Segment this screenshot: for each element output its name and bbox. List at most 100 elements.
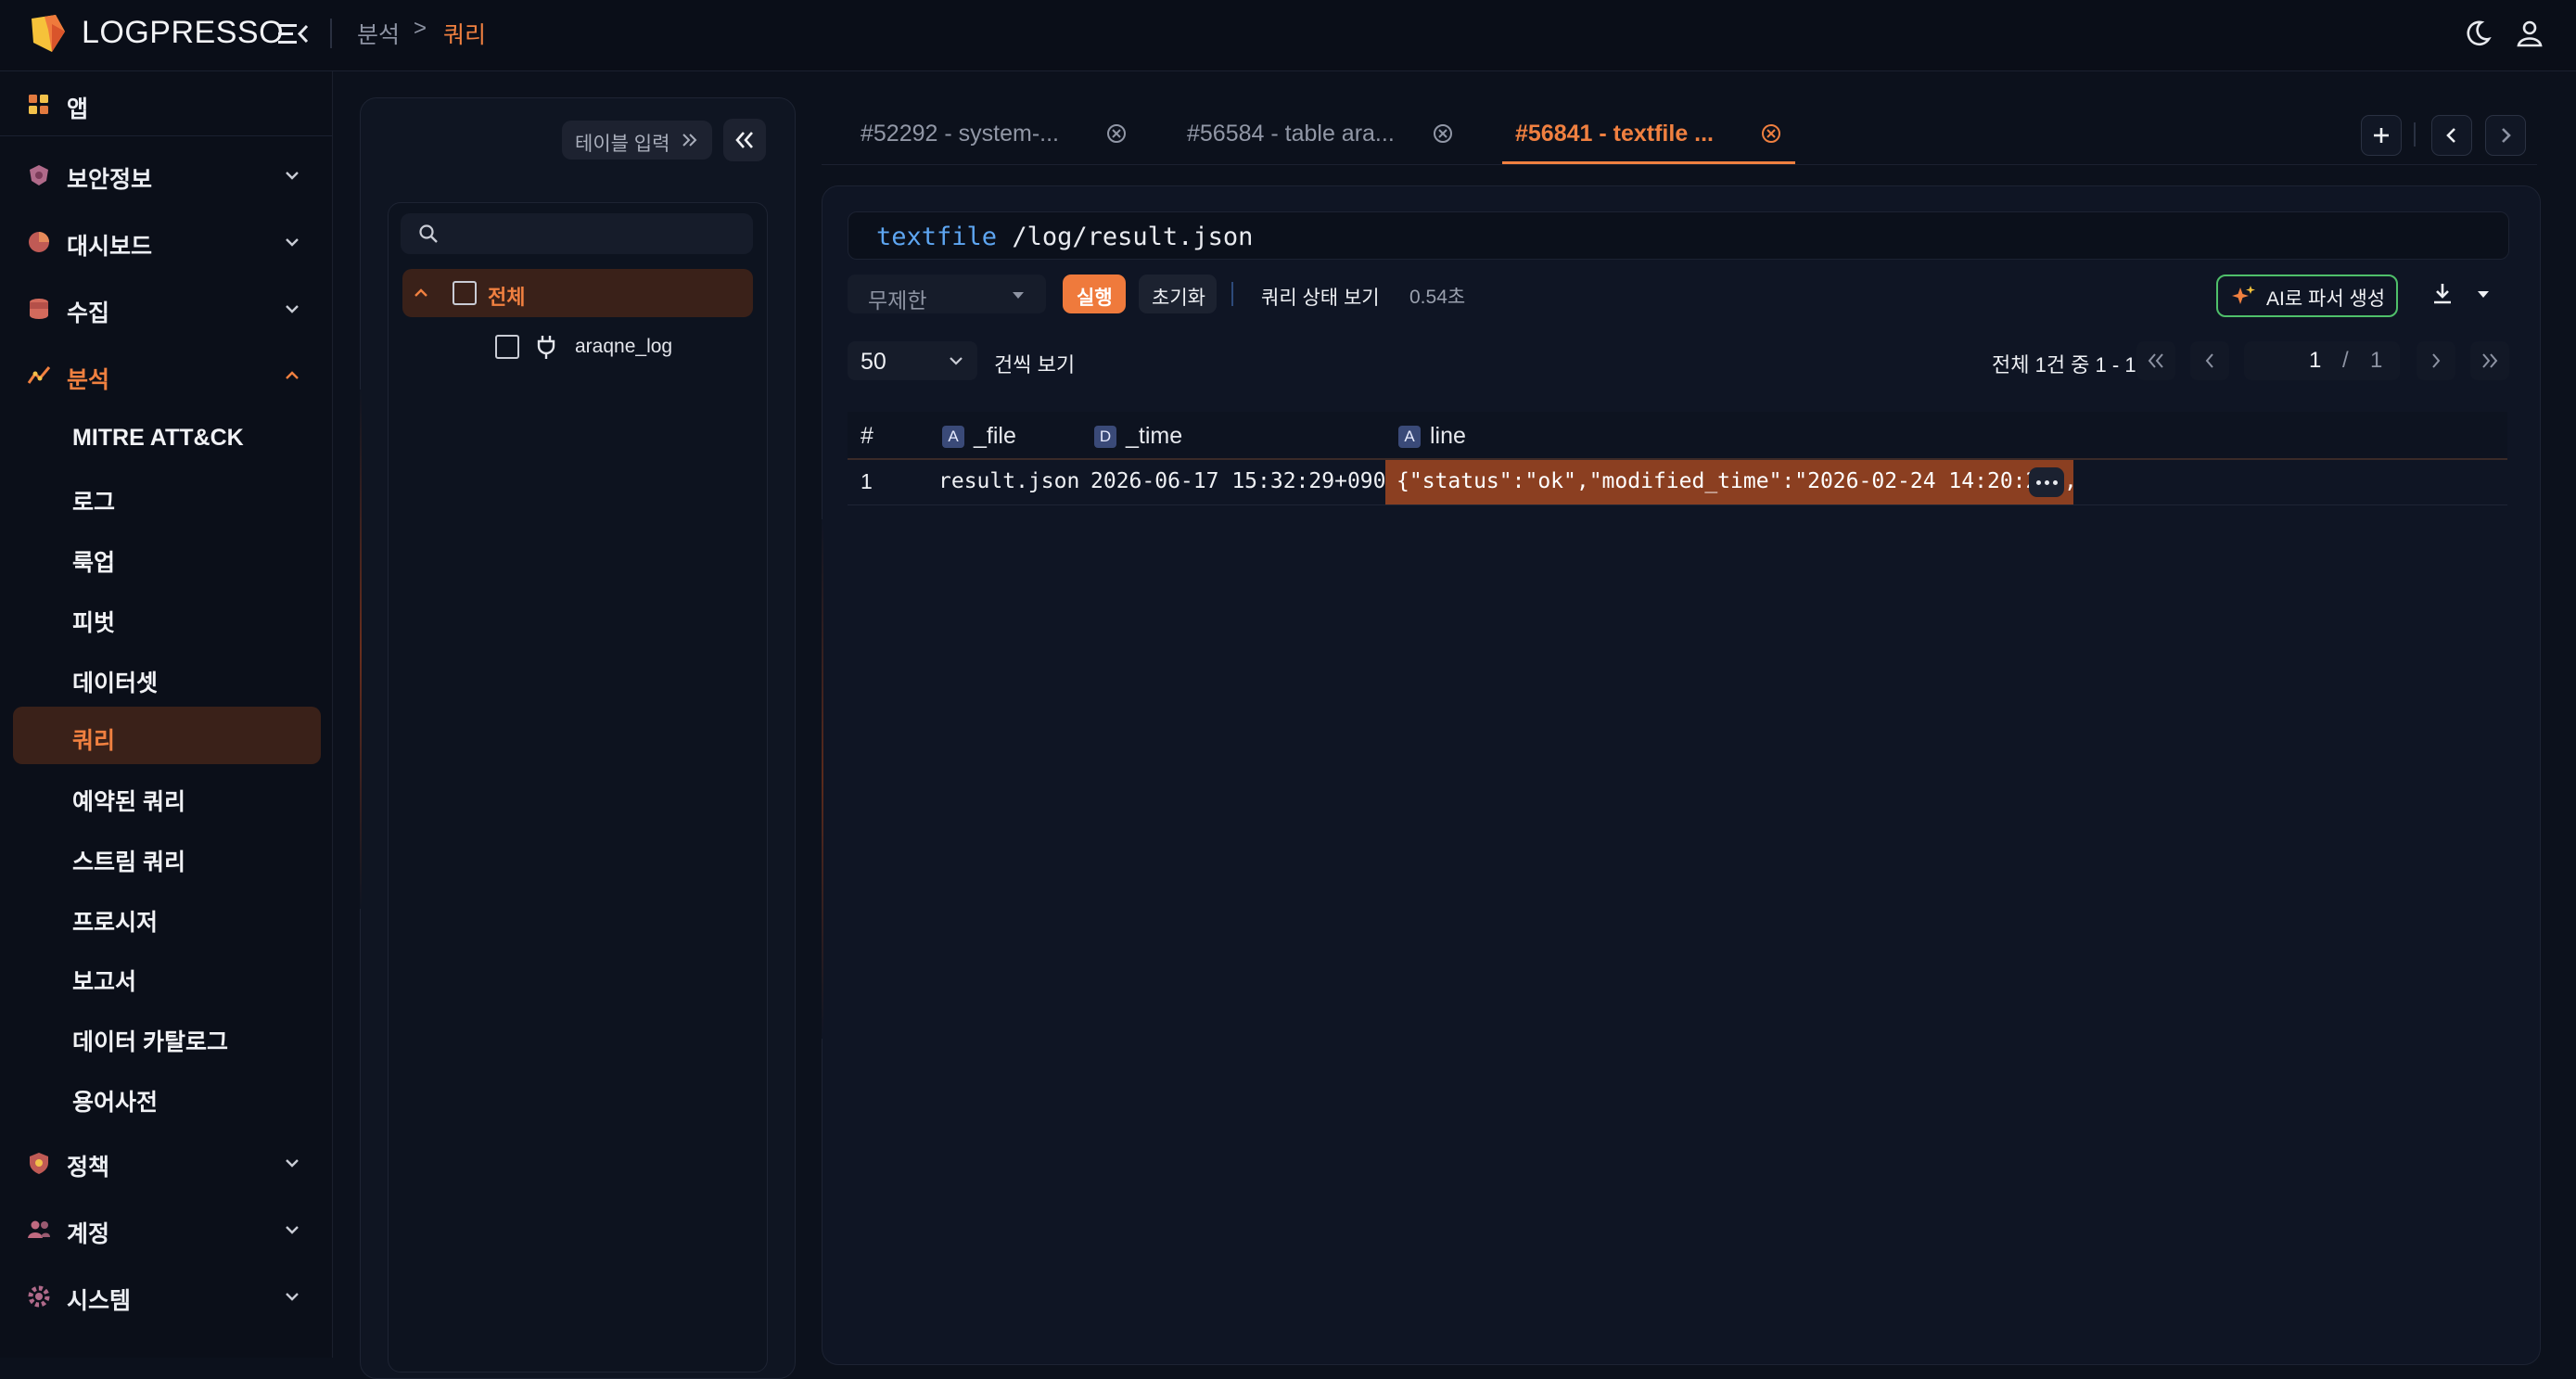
result-grid-header: # A _file D _time Aline (848, 412, 2507, 460)
tree-node-araqne-log[interactable]: araqne_log (491, 326, 751, 367)
sidebar-subitem-scheduled-query[interactable]: 예약된 쿼리 (13, 768, 321, 825)
ai-parser-button[interactable]: AI로 파서 생성 (2216, 275, 2398, 317)
close-circle-icon[interactable] (1432, 122, 1454, 145)
sidebar-subitem-label: 피벗 (72, 610, 116, 636)
tab-next-button[interactable] (2485, 115, 2526, 156)
sidebar-item-label: 시스템 (67, 1288, 132, 1314)
sidebar-subitem-pivot[interactable]: 피벗 (13, 589, 321, 646)
collapse-panel-button[interactable] (723, 119, 766, 161)
sidebar-subitem-dataset[interactable]: 데이터셋 (13, 649, 321, 707)
dot (2053, 480, 2058, 485)
sidebar-item-policy[interactable]: 정책 (0, 1135, 332, 1191)
query-editor[interactable]: textfile /log/result.json (848, 211, 2509, 260)
chevron-down-icon (950, 357, 963, 365)
sidebar-item-dashboard[interactable]: 대시보드 (0, 214, 332, 270)
user-profile-icon[interactable] (2513, 17, 2546, 50)
tab-query-56841[interactable]: #56841 - textfile ... (1515, 117, 1793, 163)
cell-line[interactable]: {"status":"ok","modified_time":"2026-02-… (1385, 460, 2073, 504)
sidebar-subitem-label: 룩업 (72, 550, 116, 576)
next-page-button[interactable] (2417, 341, 2455, 380)
current-page: 1 (2309, 348, 2322, 373)
menu-collapse-icon[interactable] (276, 19, 310, 50)
toolbar-divider (1231, 282, 1233, 306)
query-argument: /log/result.json (1012, 223, 1254, 251)
column-header-file[interactable]: A _file (942, 423, 1016, 450)
tab-label: #52292 - system-... (861, 121, 1059, 147)
dark-mode-icon[interactable] (2461, 17, 2494, 50)
chevron-up-icon[interactable] (412, 284, 430, 302)
reset-button[interactable]: 초기화 (1139, 275, 1217, 313)
last-page-button[interactable] (2470, 341, 2509, 380)
account-icon (28, 1220, 50, 1238)
table-input-label: 테이블 입력 (575, 134, 670, 155)
sidebar-item-security-info[interactable]: 보안정보 (0, 147, 332, 203)
caret-down-icon[interactable] (2476, 288, 2491, 300)
policy-icon (30, 1153, 48, 1174)
sparkle-icon (2232, 286, 2255, 304)
column-header-line[interactable]: Aline (1398, 423, 1466, 450)
dashboard-icon (29, 232, 49, 252)
run-button[interactable]: 실행 (1063, 275, 1126, 313)
table-search-input[interactable] (401, 213, 753, 254)
logpresso-logo-icon (32, 15, 65, 52)
tree-child-label: araqne_log (575, 336, 673, 357)
breadcrumb-divider (330, 19, 332, 48)
breadcrumb-parent[interactable]: 분석 (357, 17, 400, 50)
sidebar-subitem-data-catalog[interactable]: 데이터 카탈로그 (13, 1008, 321, 1066)
query-status-button[interactable]: 쿼리 상태 보기 (1252, 275, 1400, 313)
table-row[interactable]: 1 result.json 2026-06-17 15:32:29+0900 {… (848, 460, 2507, 505)
sidebar-subitem-stream-query[interactable]: 스트림 쿼리 (13, 828, 321, 886)
sidebar-subitem-logs[interactable]: 로그 (13, 468, 321, 526)
tab-query-52292[interactable]: #52292 - system-... (861, 117, 1139, 163)
sidebar-item-label: 정책 (67, 1155, 110, 1181)
tree-all-checkbox[interactable] (453, 281, 477, 305)
sidebar-item-apps[interactable]: 앱 (0, 77, 332, 133)
sidebar-subitem-query[interactable]: 쿼리 (13, 707, 321, 764)
column-header-time[interactable]: D _time (1094, 423, 1182, 450)
analysis-icon (27, 366, 51, 384)
prev-page-button[interactable] (2190, 341, 2229, 380)
download-button[interactable] (2415, 275, 2504, 313)
panel-accent (360, 389, 362, 909)
sidebar-subitem-label: 데이터셋 (72, 670, 159, 696)
close-circle-icon[interactable] (1105, 122, 1128, 145)
tree-node-all[interactable]: 전체 (402, 269, 753, 317)
cell-more-button[interactable] (2029, 467, 2064, 497)
column-header-index[interactable]: # (861, 423, 874, 450)
type-badge: D (1094, 426, 1116, 448)
table-tree (388, 202, 768, 1373)
sidebar-item-account[interactable]: 계정 (0, 1202, 332, 1258)
tab-label: #56841 - textfile ... (1515, 121, 1715, 147)
limit-select-value: 무제한 (868, 288, 927, 313)
tab-query-56584[interactable]: #56584 - table ara... (1187, 117, 1465, 163)
breadcrumb-current: 쿼리 (443, 22, 487, 48)
sidebar-item-collection[interactable]: 수집 (0, 281, 332, 337)
active-tab-indicator (1502, 161, 1795, 164)
tree-child-checkbox[interactable] (495, 335, 519, 359)
chevron-up-icon (286, 371, 299, 379)
first-page-button[interactable] (2136, 341, 2175, 380)
limit-select[interactable]: 무제한 (848, 275, 1046, 313)
sidebar-subitem-label: 스트림 쿼리 (72, 849, 185, 875)
security-info-icon (30, 165, 48, 185)
query-status-label: 쿼리 상태 보기 (1261, 287, 1380, 309)
sidebar-item-analysis[interactable]: 분석 (0, 348, 332, 403)
type-badge: A (1398, 426, 1421, 448)
sidebar-item-label: 대시보드 (67, 234, 153, 260)
table-input-button[interactable]: 테이블 입력 (562, 121, 712, 160)
sidebar-subitem-report[interactable]: 보고서 (13, 948, 321, 1005)
page-size-select[interactable]: 50 (848, 341, 977, 380)
sidebar-subitem-procedure[interactable]: 프로시저 (13, 888, 321, 946)
sidebar-subitem-label: 보고서 (72, 969, 137, 995)
tab-prev-button[interactable] (2431, 115, 2472, 156)
page-slash: / (2342, 348, 2349, 373)
sidebar-subitem-lookup[interactable]: 룩업 (13, 529, 321, 586)
sidebar-item-label: 분석 (67, 367, 110, 393)
double-chevron-right-icon (2482, 353, 2498, 368)
sidebar-subitem-mitre[interactable]: MITRE ATT&CK (13, 409, 321, 466)
dot (2036, 480, 2041, 485)
add-tab-button[interactable] (2361, 115, 2402, 156)
sidebar-subitem-glossary[interactable]: 용어사전 (13, 1068, 321, 1126)
close-circle-icon[interactable] (1760, 122, 1782, 145)
sidebar-item-system[interactable]: 시스템 (0, 1269, 332, 1324)
